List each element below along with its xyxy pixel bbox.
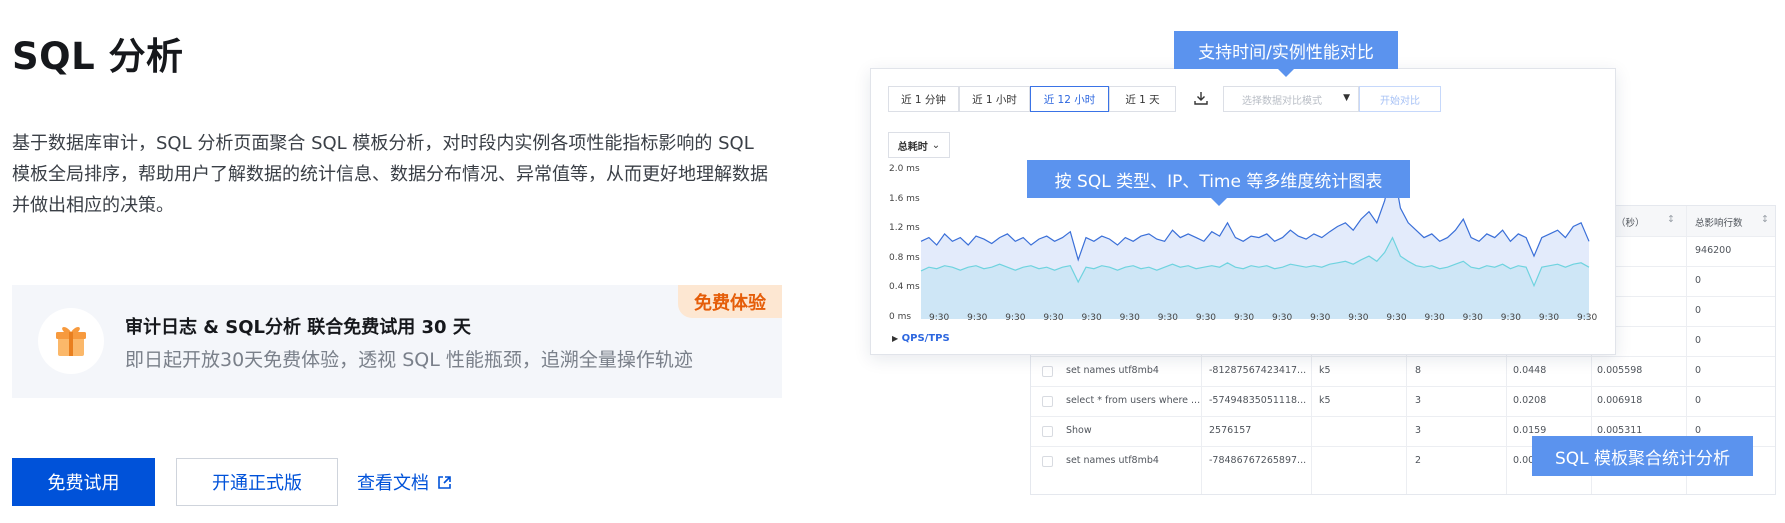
header-total-rows: 总影响行数: [1695, 218, 1743, 229]
promo-banner: 免费体验 审计日志 & SQL分析 联合免费试用 30 天 即日起开放30天免费…: [12, 285, 782, 398]
table-cell-total-time: 0.005311: [1597, 425, 1643, 436]
table-cell-checksum: -57494835051118...: [1209, 395, 1307, 406]
promo-title: 审计日志 & SQL分析 联合免费试用 30 天: [125, 317, 471, 338]
x-tick-label: 9:30: [1500, 313, 1521, 323]
row-checkbox[interactable]: [1042, 396, 1053, 407]
table-cell-rows: 0: [1695, 365, 1702, 376]
table-row[interactable]: select * from users where ... -5749483505…: [1031, 386, 1775, 416]
external-link-icon: [438, 475, 451, 489]
sort-icon[interactable]: ↕: [1761, 214, 1769, 225]
gift-icon: [56, 327, 86, 356]
row-checkbox[interactable]: [1042, 456, 1053, 467]
table-cell-sql: Show: [1066, 425, 1092, 436]
qps-tps-toggle[interactable]: ▶ QPS/TPS: [892, 333, 950, 344]
x-tick-label: 9:30: [1043, 313, 1064, 323]
table-cell-rows: 0: [1695, 425, 1702, 436]
page-description: 基于数据库审计，SQL 分析页面聚合 SQL 模板分析，对时段内实例各项性能指标…: [12, 133, 768, 216]
free-trial-button[interactable]: 免费试用: [12, 458, 155, 506]
table-cell-count: 3: [1415, 425, 1422, 436]
row-checkbox[interactable]: [1042, 426, 1053, 437]
x-tick-label: 9:30: [967, 313, 988, 323]
table-cell-checksum: 2576157: [1209, 425, 1252, 436]
table-cell-total-time: 0.005598: [1597, 365, 1643, 376]
x-tick-label: 9:30: [1386, 313, 1407, 323]
table-cell-user: k5: [1319, 365, 1331, 376]
table-cell-rows: 0: [1695, 305, 1702, 316]
table-cell-sql: set names utf8mb4: [1066, 365, 1159, 376]
table-cell-rows: 0: [1695, 395, 1702, 406]
table-cell-checksum: -81287567423417...: [1209, 365, 1307, 376]
x-tick-label: 9:30: [1195, 313, 1217, 323]
table-cell-count: 2: [1415, 455, 1422, 466]
x-tick-label: 9:30: [1310, 313, 1331, 323]
x-tick-label: 9:30: [1538, 313, 1560, 323]
table-cell-avg: 0.0208: [1513, 395, 1547, 406]
activate-button[interactable]: 开通正式版: [176, 458, 338, 506]
table-cell-user: k5: [1319, 395, 1331, 406]
promo-icon-circle: [38, 308, 104, 374]
table-cell-count: 3: [1415, 395, 1422, 406]
docs-link-label: 查看文档: [357, 473, 429, 494]
x-tick-label: 9:30: [1272, 313, 1293, 323]
x-tick-label: 9:30: [1233, 313, 1255, 323]
page-title: SQL 分析: [12, 35, 184, 78]
table-cell-sql: select * from users where ...: [1066, 395, 1201, 406]
x-tick-label: 9:30: [1157, 313, 1178, 323]
docs-link[interactable]: 查看文档: [357, 458, 467, 506]
row-checkbox[interactable]: [1042, 366, 1053, 377]
table-cell-total-time: 0.006918: [1597, 395, 1643, 406]
x-tick-label: 9:30: [1348, 313, 1369, 323]
x-tick-label: 9:30: [1005, 313, 1026, 323]
table-row[interactable]: set names utf8mb4 -81287567423417... k5 8 0.…: [1031, 356, 1775, 386]
table-cell-rows: 0: [1695, 335, 1702, 346]
table-cell-count: 8: [1415, 365, 1422, 376]
tooltip-aggregate: SQL 模板聚合统计分析: [1532, 436, 1753, 476]
table-cell-sql: set names utf8mb4: [1066, 455, 1159, 466]
x-tick-label: 9:30: [1577, 313, 1598, 323]
qps-tps-label: QPS/TPS: [901, 333, 950, 344]
tooltip-dimensions: 按 SQL 类型、IP、Time 等多维度统计图表: [1027, 160, 1410, 206]
sort-icon[interactable]: ↕: [1667, 214, 1675, 225]
table-cell-avg: 0.0448: [1513, 365, 1547, 376]
tooltip-compare: 支持时间/实例性能对比: [1174, 31, 1398, 77]
table-cell-avg: 0.0159: [1513, 425, 1547, 436]
performance-chart-card: 近 1 分钟 近 1 小时 近 12 小时 近 1 天 选择数据对比模式 ▼ 开…: [870, 68, 1616, 355]
promo-badge: 免费体验: [678, 285, 782, 318]
x-tick-label: 9:30: [1424, 313, 1445, 323]
x-tick-label: 9:30: [1462, 313, 1483, 323]
x-tick-label: 9:30: [1081, 313, 1102, 323]
table-cell-rows: 0: [1695, 275, 1702, 286]
x-tick-label: 9:30: [1119, 313, 1140, 323]
caret-right-icon: ▶: [892, 334, 899, 343]
table-cell-rows: 946200: [1695, 245, 1732, 256]
promo-subtitle: 即日起开放30天免费体验，透视 SQL 性能瓶颈，追溯全量操作轨迹: [125, 349, 693, 371]
table-cell-checksum: -78486767265897...: [1209, 455, 1307, 466]
x-tick-label: 9:30: [929, 313, 950, 323]
